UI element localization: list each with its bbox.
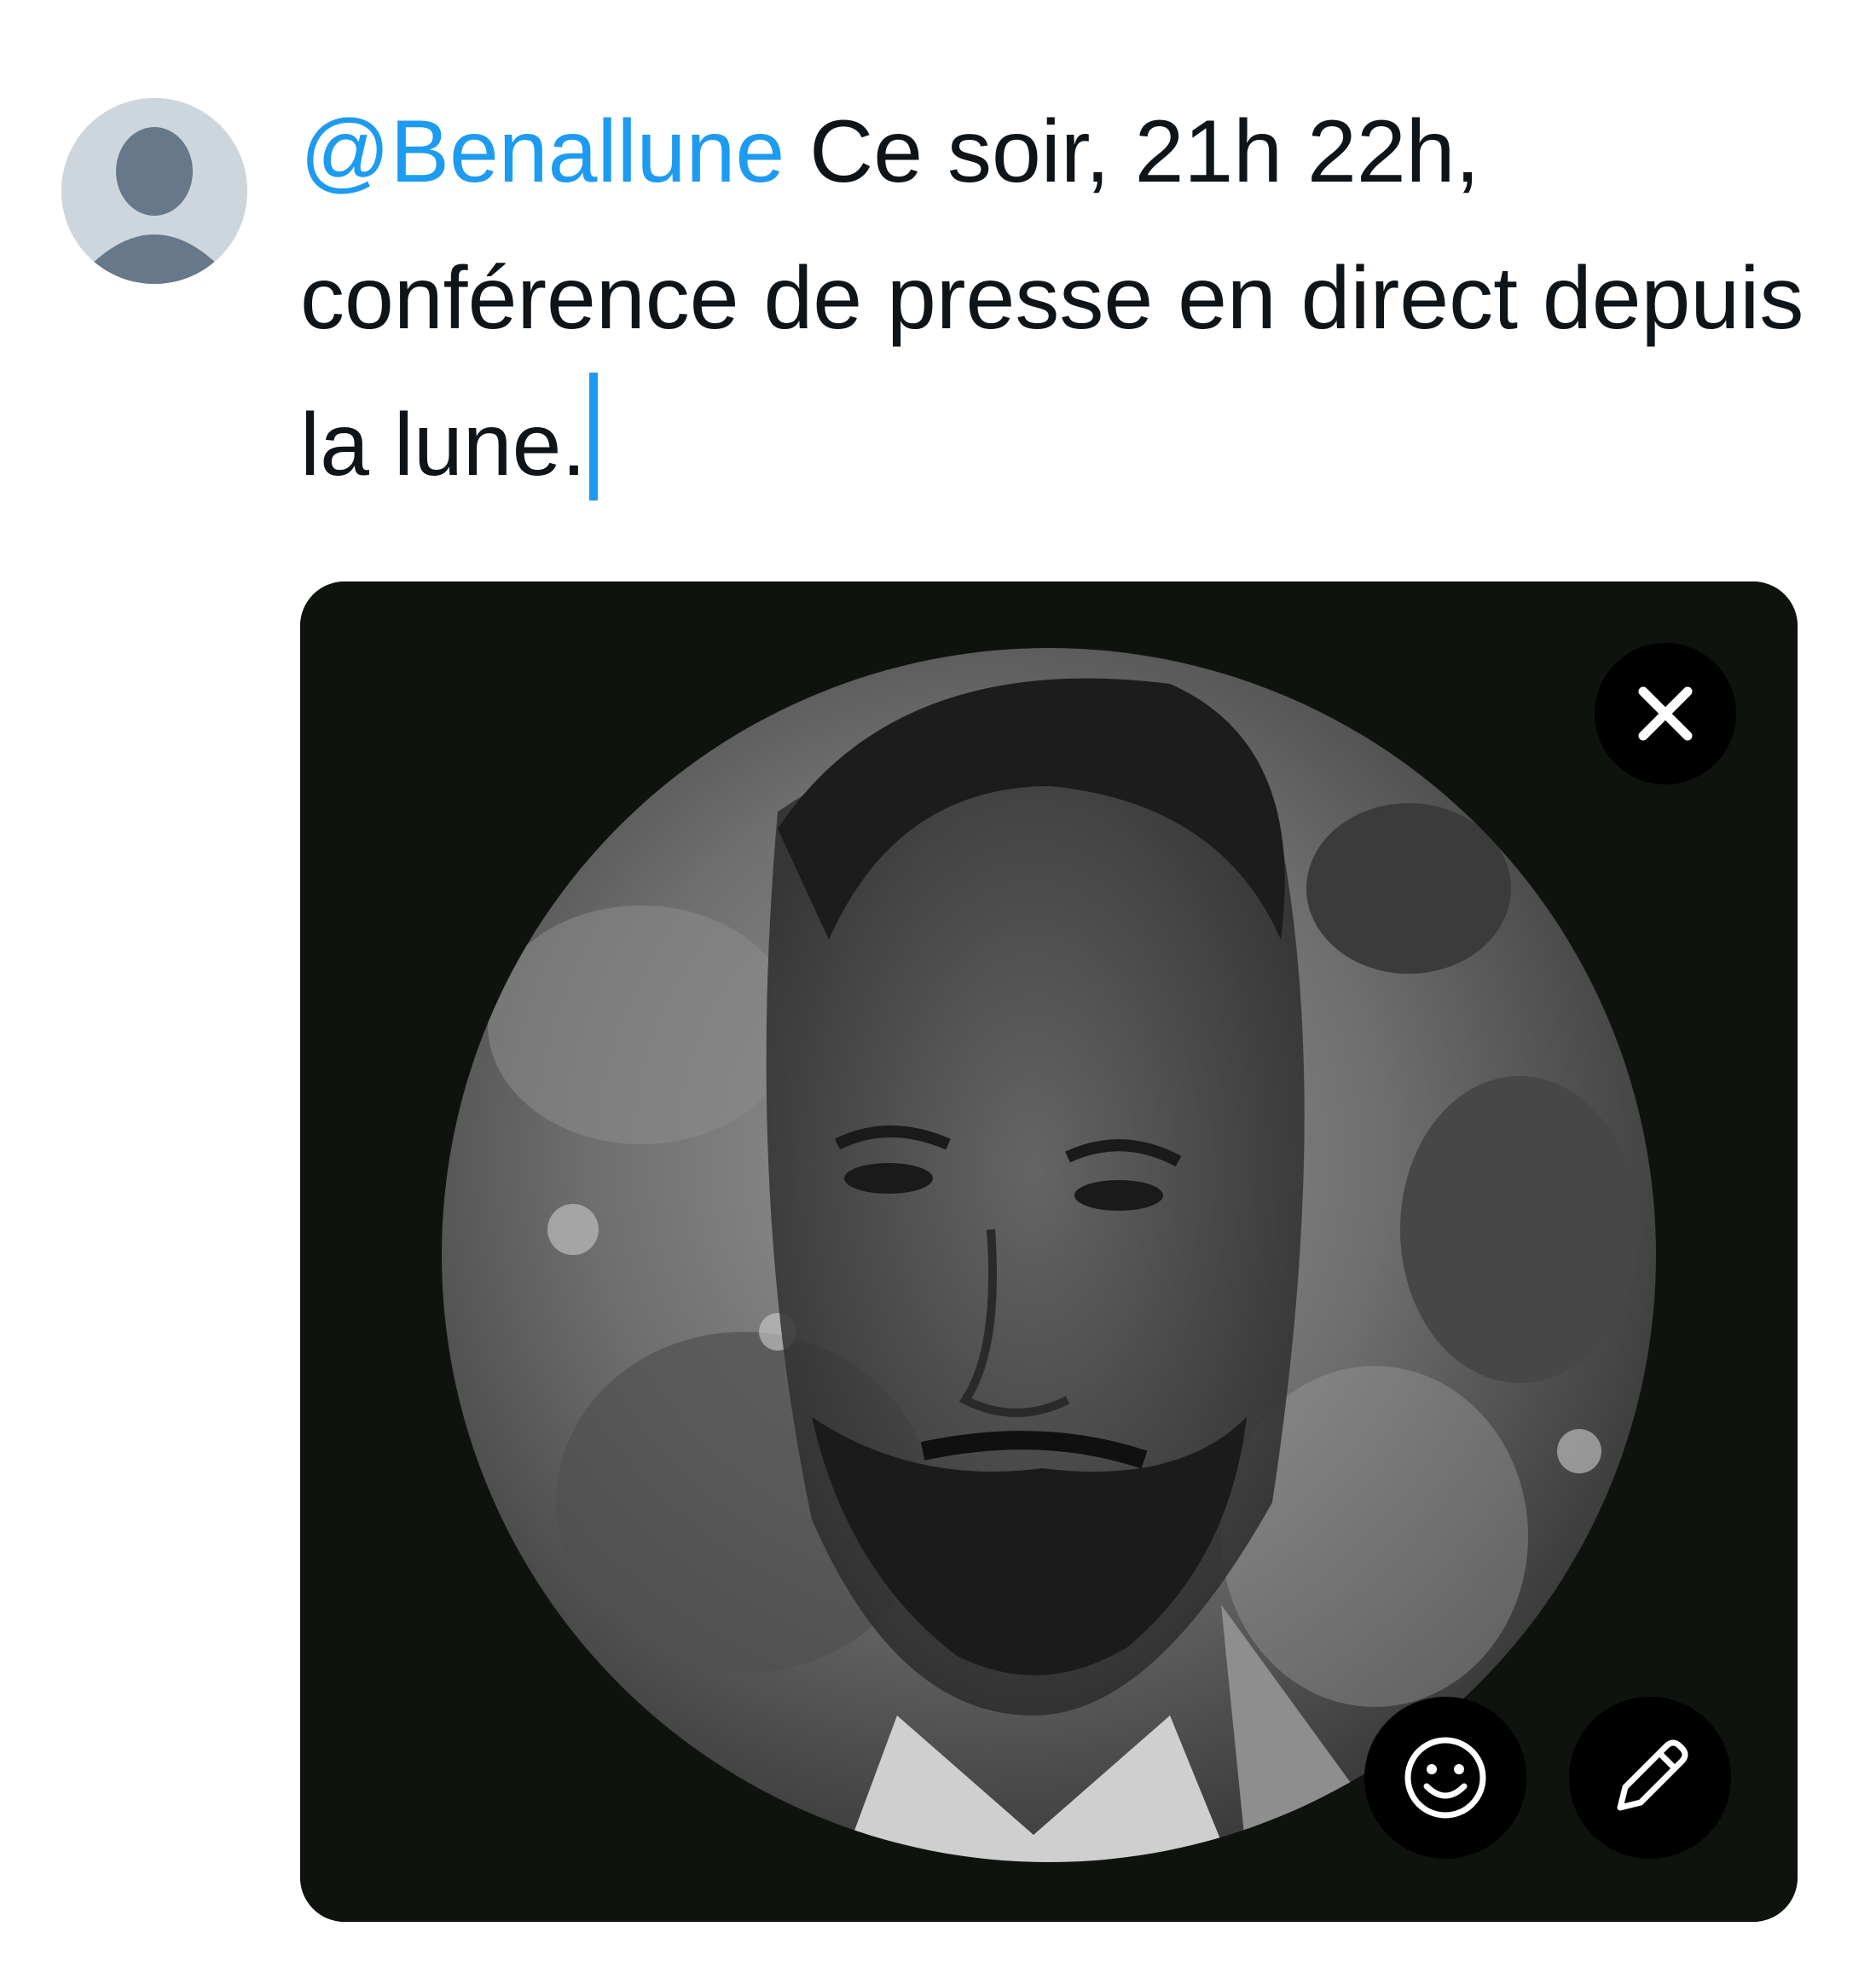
edit-media-button[interactable] xyxy=(1569,1697,1731,1859)
user-avatar[interactable] xyxy=(61,98,247,284)
default-user-icon xyxy=(61,98,247,284)
text-caret xyxy=(589,373,599,500)
moon-face-photo xyxy=(300,581,1798,1922)
smiley-icon xyxy=(1404,1737,1486,1819)
add-sticker-button[interactable] xyxy=(1364,1697,1526,1859)
attached-media[interactable] xyxy=(300,581,1798,1922)
tweet-composer-text[interactable]: @Benallune Ce soir, 21h 22h, conférence … xyxy=(300,78,1818,518)
close-icon xyxy=(1638,686,1693,741)
pencil-icon xyxy=(1617,1739,1688,1811)
mention-link[interactable]: @Benallune xyxy=(300,102,785,201)
remove-media-button[interactable] xyxy=(1595,643,1736,784)
